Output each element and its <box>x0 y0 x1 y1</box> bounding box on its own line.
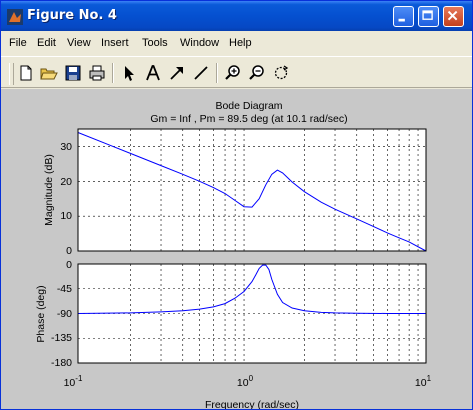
maximize-button[interactable] <box>418 6 439 27</box>
menu-file[interactable]: File <box>9 37 27 49</box>
menu-window[interactable]: Window <box>180 37 219 49</box>
save-button[interactable] <box>63 63 83 83</box>
insert-line-button[interactable] <box>191 63 211 83</box>
x-tick-labels: 10-1 100 101 <box>64 374 432 389</box>
menu-bar: File Edit View Insert Tools Window Help <box>1 32 472 54</box>
close-button[interactable] <box>443 6 464 27</box>
phase-tick-label: -90 <box>57 308 72 320</box>
title-bar[interactable]: Figure No. 4 <box>1 1 472 31</box>
magnitude-axis-label: Magnitude (dB) <box>43 154 55 226</box>
chart-title: Bode Diagram <box>215 100 282 112</box>
new-file-button[interactable] <box>16 63 36 83</box>
phase-tick-label: -180 <box>51 357 72 369</box>
x-tick-label: 100 <box>237 374 254 389</box>
figure-canvas: Bode Diagram Gm = Inf , Pm = 89.5 deg (a… <box>1 89 472 409</box>
toolbar <box>1 56 472 88</box>
mag-tick-label: 0 <box>66 245 72 257</box>
window-title: Figure No. 4 <box>27 8 117 23</box>
minimize-button[interactable] <box>393 6 414 27</box>
menu-help[interactable]: Help <box>229 37 252 49</box>
minimize-icon <box>398 18 405 22</box>
rotate-button[interactable] <box>271 63 291 83</box>
chart-subtitle: Gm = Inf , Pm = 89.5 deg (at 10.1 rad/se… <box>150 113 347 125</box>
zoom-out-button[interactable] <box>247 63 267 83</box>
select-arrow-icon <box>125 66 134 81</box>
insert-text-icon <box>146 65 160 81</box>
phase-axis-label: Phase (deg) <box>35 285 47 342</box>
phase-tick-label: -45 <box>57 283 72 295</box>
insert-arrow-button[interactable] <box>167 63 187 83</box>
save-icon <box>65 65 81 81</box>
insert-arrow-icon <box>170 67 183 80</box>
bode-plot: Bode Diagram Gm = Inf , Pm = 89.5 deg (a… <box>35 100 432 409</box>
open-folder-icon <box>40 68 58 80</box>
zoom-out-icon <box>249 65 264 80</box>
print-icon <box>89 65 105 81</box>
zoom-in-icon <box>225 65 240 80</box>
toolbar-separator <box>216 63 218 83</box>
phase-tick-labels: -180 -135 -90 -45 0 <box>51 259 72 369</box>
menu-tools[interactable]: Tools <box>142 37 168 49</box>
select-button[interactable] <box>119 63 139 83</box>
menu-view[interactable]: View <box>67 37 91 49</box>
phase-tick-label: -135 <box>51 332 72 344</box>
figure-window: Figure No. 4 File Edit View Insert Tools… <box>0 0 473 410</box>
mag-tick-label: 20 <box>60 176 72 188</box>
insert-text-button[interactable] <box>143 63 163 83</box>
close-icon <box>447 10 458 21</box>
matlab-icon <box>7 9 23 25</box>
x-tick-label: 10-1 <box>64 374 83 389</box>
x-tick-label: 101 <box>415 374 432 389</box>
zoom-in-button[interactable] <box>223 63 243 83</box>
print-button[interactable] <box>87 63 107 83</box>
toolbar-separator <box>112 63 114 83</box>
mag-tick-label: 30 <box>60 141 72 153</box>
menu-edit[interactable]: Edit <box>37 37 56 49</box>
phase-tick-label: 0 <box>66 259 72 271</box>
maximize-icon <box>422 10 433 20</box>
toolbar-grip[interactable] <box>9 63 14 85</box>
open-button[interactable] <box>39 63 59 83</box>
x-axis-label: Frequency (rad/sec) <box>205 399 299 409</box>
rotate-icon <box>274 65 289 80</box>
mag-tick-label: 10 <box>60 210 72 222</box>
menu-insert[interactable]: Insert <box>101 37 129 49</box>
magnitude-tick-labels: 0 10 20 30 <box>60 141 72 257</box>
new-file-icon <box>20 65 32 81</box>
insert-line-icon <box>194 66 208 80</box>
